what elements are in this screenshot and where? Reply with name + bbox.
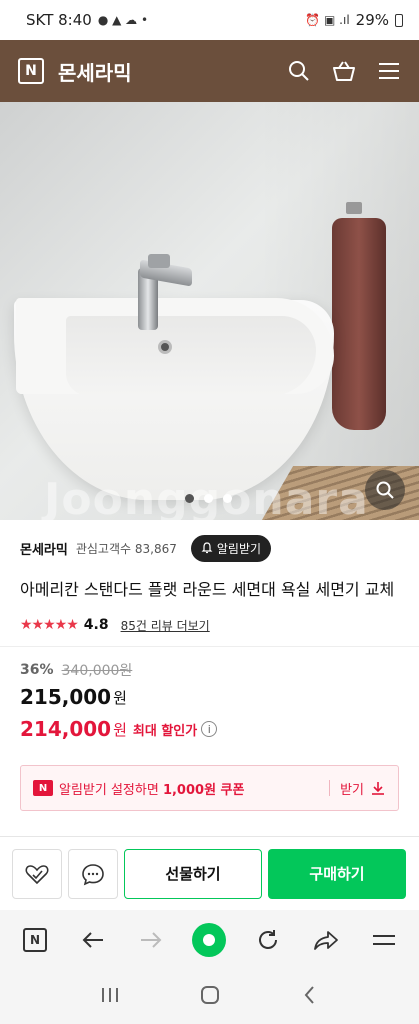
coupon-amount: 1,000원 쿠폰 xyxy=(162,782,245,798)
gift-button[interactable]: 선물하기 xyxy=(124,848,262,899)
naver-logo-icon: N xyxy=(23,928,48,952)
share-icon xyxy=(313,931,338,950)
wishlist-button[interactable] xyxy=(12,848,62,899)
best-price-label: 최대 할인가 xyxy=(132,723,198,739)
menu-icon[interactable] xyxy=(377,60,401,82)
chat-button[interactable] xyxy=(68,848,118,899)
battery-level: 29% xyxy=(355,11,389,29)
product-image-carousel[interactable]: Joonggonara xyxy=(0,102,419,520)
store-title[interactable]: 몬세라믹 xyxy=(58,57,287,86)
best-price-value: 214,000 xyxy=(20,717,112,741)
browser-toolbar: N xyxy=(0,910,419,970)
arrow-right-icon xyxy=(141,932,162,948)
home-icon[interactable] xyxy=(199,984,221,1010)
purchase-bar: 선물하기 구매하기 xyxy=(0,836,419,910)
naver-logo-icon[interactable]: N xyxy=(18,58,44,84)
review-link[interactable]: 85건 리뷰 더보기 xyxy=(121,617,210,634)
green-dot-icon xyxy=(192,923,227,957)
cart-icon[interactable] xyxy=(331,59,357,83)
notify-label: 알림받기 xyxy=(216,541,262,556)
arrow-left-icon xyxy=(82,932,104,948)
status-time: SKT 8:40 xyxy=(26,11,92,29)
refresh-button[interactable] xyxy=(248,920,288,960)
system-nav-bar xyxy=(0,970,419,1024)
naver-home-button[interactable]: N xyxy=(15,920,55,960)
product-title: 아메리칸 스탠다드 플랫 라운드 세면대 욕실 세면기 교체 xyxy=(20,580,395,599)
coupon-banner[interactable]: N 알림받기 설정하면 1,000원 쿠폰 받기 xyxy=(20,765,399,811)
heart-check-icon xyxy=(25,864,49,884)
browser-menu-button[interactable] xyxy=(364,920,404,960)
signal-icons: ⏰ ▣ .ıl xyxy=(305,13,350,27)
refresh-icon xyxy=(258,930,277,949)
carousel-dots[interactable] xyxy=(185,494,232,503)
coupon-download-button[interactable]: 받기 xyxy=(340,779,386,798)
naver-badge-icon: N xyxy=(33,780,53,796)
original-price: 340,000원 xyxy=(61,663,133,679)
notification-icons: ● ▲ ☁ • xyxy=(97,13,149,27)
price-area: 36% 340,000원 215,000 원 214,000 원 최대 할인가 … xyxy=(0,647,419,745)
store-header: N 몬세라믹 xyxy=(0,40,419,102)
status-bar: SKT 8:40 ● ▲ ☁ • ⏰ ▣ .ıl 29% xyxy=(0,0,419,40)
forward-button[interactable] xyxy=(131,920,171,960)
towel xyxy=(332,218,386,430)
notify-button[interactable]: 알림받기 xyxy=(190,534,272,562)
chat-icon xyxy=(82,863,104,885)
menu-icon xyxy=(372,935,395,945)
rating-score: 4.8 xyxy=(83,617,109,633)
star-rating-icon: ★★★★★ xyxy=(20,617,79,633)
coupon-get-label: 받기 xyxy=(340,782,364,798)
back-button[interactable] xyxy=(73,920,113,960)
back-icon[interactable] xyxy=(300,984,320,1010)
towel-hook xyxy=(346,202,362,214)
drain xyxy=(158,340,172,354)
discount-rate: 36% xyxy=(20,662,54,678)
bell-plus-icon xyxy=(201,542,213,554)
carousel-dot[interactable] xyxy=(204,494,213,503)
store-link[interactable]: 몬세라믹 xyxy=(20,539,68,558)
battery-icon xyxy=(395,13,403,27)
store-info-row: 몬세라믹 관심고객수 83,867 알림받기 xyxy=(0,520,419,576)
sale-price-value: 215,000 xyxy=(20,685,112,709)
sale-price-unit: 원 xyxy=(113,688,127,707)
buy-button[interactable]: 구매하기 xyxy=(268,848,406,899)
follower-count: 관심고객수 83,867 xyxy=(75,541,177,556)
naver-green-button[interactable] xyxy=(189,920,229,960)
coupon-text: 알림받기 설정하면 xyxy=(59,782,163,798)
search-icon[interactable] xyxy=(287,59,311,83)
carousel-dot[interactable] xyxy=(223,494,232,503)
download-icon xyxy=(372,782,384,795)
zoom-icon xyxy=(376,481,394,499)
carousel-dot[interactable] xyxy=(185,494,194,503)
share-button[interactable] xyxy=(306,920,346,960)
info-icon[interactable]: i xyxy=(201,721,218,737)
best-price-unit: 원 xyxy=(113,720,127,739)
best-price: 214,000 원 최대 할인가 i xyxy=(20,713,399,745)
recent-apps-icon[interactable] xyxy=(99,985,121,1009)
zoom-button[interactable] xyxy=(365,470,405,510)
rating-row: ★★★★★ 4.8 85건 리뷰 더보기 xyxy=(0,604,419,638)
sale-price: 215,000 원 xyxy=(20,681,399,713)
